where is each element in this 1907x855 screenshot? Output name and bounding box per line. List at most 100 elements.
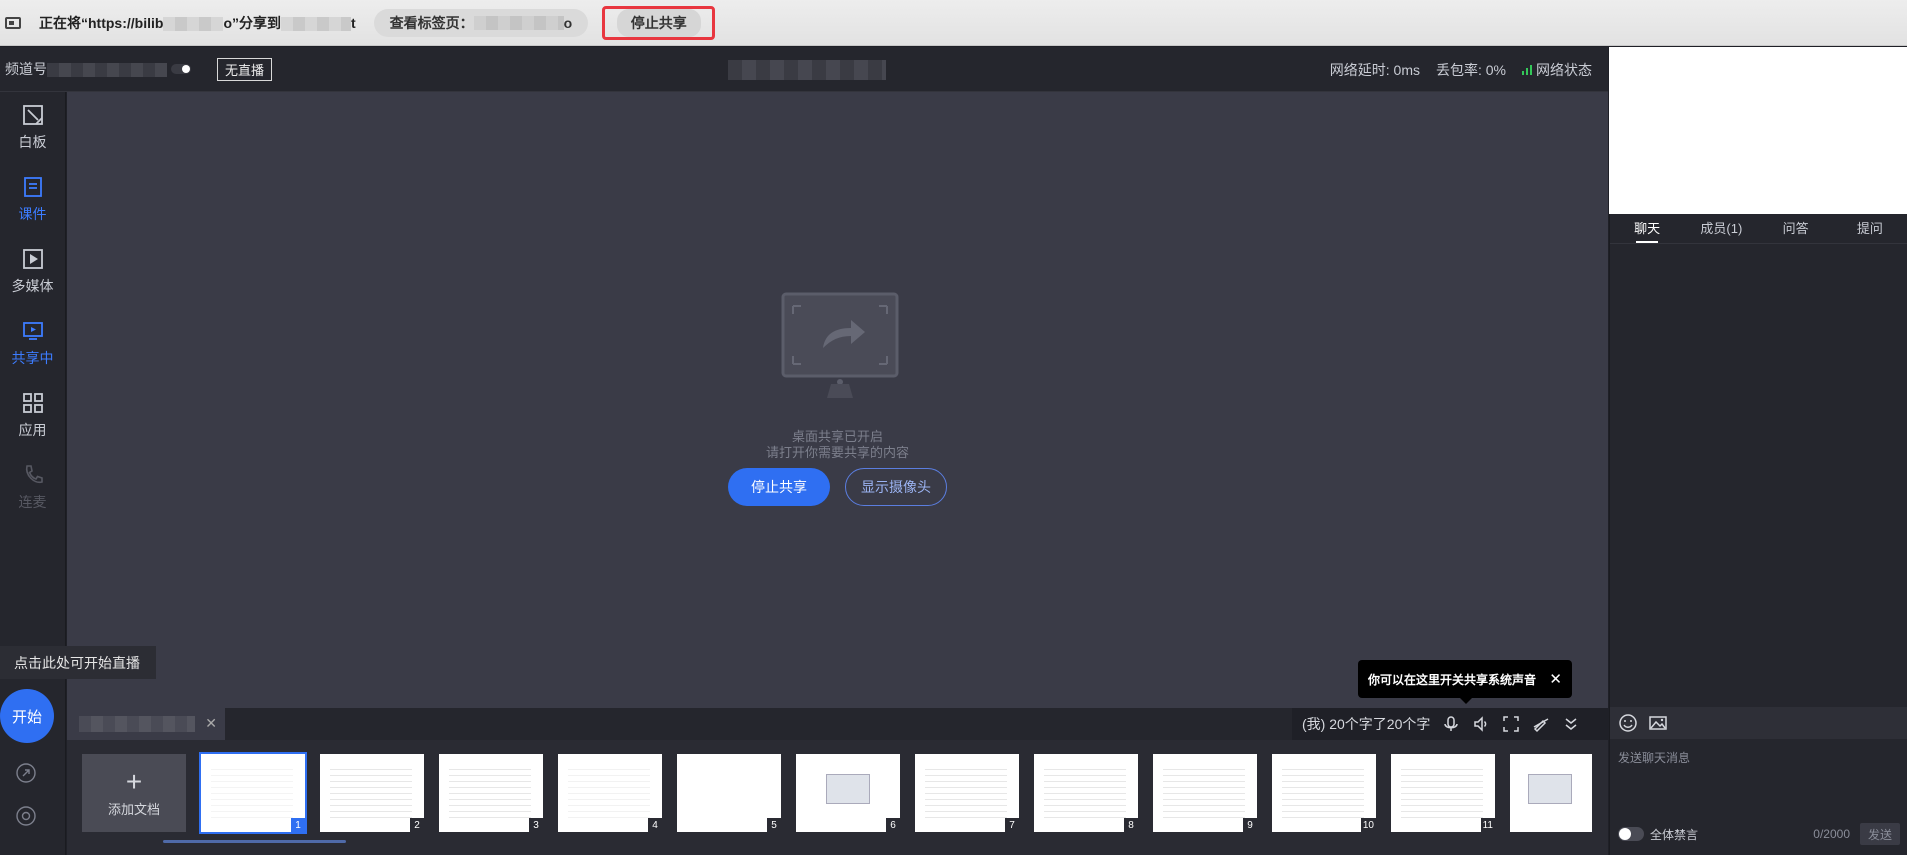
fullscreen-icon[interactable] bbox=[1502, 715, 1520, 733]
settings-gear-icon[interactable] bbox=[13, 803, 39, 829]
speaker-icon[interactable] bbox=[1472, 715, 1490, 733]
latency-text: 网络延时: 0ms bbox=[1329, 61, 1420, 78]
multimedia-icon bbox=[22, 249, 43, 269]
sidebar-item-sharing[interactable]: 共享中 bbox=[0, 308, 65, 380]
chat-panel: 聊天 成员(1) 问答 提问 发送聊天消息 全体禁言 0/2000 发送 bbox=[1609, 214, 1907, 855]
tab-questions[interactable]: 提问 bbox=[1833, 214, 1907, 243]
network-status-button[interactable]: 网络状态 bbox=[1522, 60, 1592, 80]
annotate-off-icon[interactable] bbox=[1532, 715, 1550, 733]
redacted-text bbox=[163, 16, 224, 31]
redacted-text bbox=[47, 63, 167, 78]
send-button[interactable]: 发送 bbox=[1860, 823, 1900, 845]
sidebar-item-courseware[interactable]: 课件 bbox=[0, 164, 65, 236]
page-thumbnail[interactable]: 2 bbox=[320, 754, 424, 832]
sidebar-item-label: 白板 bbox=[18, 134, 47, 150]
add-document-button[interactable]: + 添加文档 bbox=[82, 754, 186, 832]
page-number: 8 bbox=[1124, 818, 1138, 832]
document-tab[interactable]: ✕ bbox=[67, 708, 225, 740]
page-thumbnail[interactable]: 10 bbox=[1272, 754, 1376, 832]
phone-icon bbox=[25, 465, 43, 484]
sidebar-item-label: 多媒体 bbox=[11, 278, 54, 294]
camera-video-area bbox=[1609, 47, 1907, 214]
redacted-text bbox=[281, 16, 351, 31]
share-status-line2: 请打开你需要共享的内容 bbox=[765, 445, 909, 460]
start-live-tooltip: 点击此处可开始直播 bbox=[0, 646, 156, 679]
view-tab-button[interactable]: 查看标签页： o bbox=[373, 8, 589, 37]
page-preview bbox=[330, 764, 412, 818]
image-icon[interactable] bbox=[1648, 713, 1668, 733]
add-document-label: 添加文档 bbox=[107, 801, 160, 817]
chat-tab-bar: 聊天 成员(1) 问答 提问 bbox=[1610, 214, 1907, 244]
stop-share-button[interactable]: 停止共享 bbox=[616, 8, 701, 37]
packet-loss-text: 丢包率: 0% bbox=[1435, 61, 1506, 78]
close-icon[interactable]: ✕ bbox=[1549, 670, 1562, 688]
screen-share-icon bbox=[22, 322, 43, 340]
page-number: 4 bbox=[648, 818, 662, 832]
show-camera-button[interactable]: 显示摄像头 bbox=[845, 468, 947, 506]
thumbnail-scrollbar[interactable] bbox=[163, 840, 346, 843]
page-number: 11 bbox=[1480, 818, 1495, 832]
page-thumbnail[interactable]: 4 bbox=[558, 754, 662, 832]
sidebar-item-label: 连麦 bbox=[18, 494, 47, 510]
sidebar-item-whiteboard[interactable]: 白板 bbox=[0, 92, 65, 164]
channel-toggle[interactable] bbox=[171, 64, 191, 74]
room-header: 频道号 无直播 网络延时: 0ms 丢包率: 0% 网络状态 bbox=[0, 47, 1608, 92]
page-number: 10 bbox=[1360, 818, 1376, 832]
apps-grid-icon bbox=[22, 393, 43, 413]
tab-members[interactable]: 成员(1) bbox=[1684, 214, 1758, 243]
page-thumbnail[interactable]: 8 bbox=[1034, 754, 1138, 832]
page-thumbnail[interactable]: 9 bbox=[1153, 754, 1257, 832]
sidebar-item-label: 应用 bbox=[18, 422, 47, 438]
sidebar-item-label: 共享中 bbox=[11, 350, 54, 366]
page-thumbnail[interactable] bbox=[1510, 754, 1592, 832]
courseware-icon bbox=[23, 177, 42, 197]
page-preview bbox=[1401, 764, 1483, 818]
desktop-share-monitor-icon bbox=[781, 292, 899, 398]
page-preview bbox=[449, 764, 531, 818]
mute-all-toggle[interactable] bbox=[1618, 827, 1644, 841]
page-thumbnail[interactable]: 7 bbox=[915, 754, 1019, 832]
redacted-text bbox=[473, 15, 564, 30]
page-preview bbox=[1163, 764, 1245, 818]
sidebar-item-co-host[interactable]: 连麦 bbox=[0, 452, 65, 524]
page-number: 6 bbox=[886, 818, 900, 832]
channel-label: 频道号 bbox=[5, 59, 167, 79]
stop-share-button-main[interactable]: 停止共享 bbox=[728, 468, 830, 506]
whiteboard-icon bbox=[22, 105, 43, 125]
sidebar-item-apps[interactable]: 应用 bbox=[0, 380, 65, 452]
page-preview bbox=[1044, 764, 1126, 818]
page-thumbnail[interactable]: 11 bbox=[1391, 754, 1495, 832]
page-preview bbox=[1282, 764, 1364, 818]
page-thumbnail[interactable]: 1 bbox=[199, 752, 307, 834]
page-thumbnail[interactable]: 5 bbox=[677, 754, 781, 832]
chat-input[interactable]: 发送聊天消息 bbox=[1618, 749, 1690, 766]
tab-qa[interactable]: 问答 bbox=[1759, 214, 1833, 243]
signal-bars-icon bbox=[1522, 64, 1532, 75]
emoji-icon[interactable] bbox=[1618, 713, 1638, 733]
close-icon[interactable]: ✕ bbox=[205, 715, 217, 732]
page-number: 3 bbox=[529, 818, 543, 832]
system-audio-tooltip: 你可以在这里开关共享系统声音 ✕ bbox=[1358, 660, 1572, 704]
screen-share-bar: 正在将“https://bilib o”分享到 t 查看标签页： o 停止共享 bbox=[0, 0, 1907, 46]
external-link-icon[interactable] bbox=[13, 760, 39, 786]
sidebar-item-multimedia[interactable]: 多媒体 bbox=[0, 236, 65, 308]
page-thumbnail-strip: + 添加文档 1 2 3 4 5 6 7 8 9 10 11 bbox=[67, 740, 1608, 855]
page-thumbnail[interactable]: 3 bbox=[439, 754, 543, 832]
page-thumbnail[interactable]: 6 bbox=[796, 754, 900, 832]
page-image-preview bbox=[1528, 774, 1572, 804]
mute-all-label: 全体禁言 bbox=[1650, 827, 1699, 842]
page-number: 2 bbox=[410, 818, 424, 832]
page-number: 7 bbox=[1005, 818, 1019, 832]
page-preview bbox=[211, 764, 293, 818]
tab-chat[interactable]: 聊天 bbox=[1610, 214, 1684, 243]
share-controls: (我) 20个字了20个字 bbox=[1292, 708, 1608, 740]
sidebar-item-label: 课件 bbox=[18, 206, 47, 222]
start-live-button[interactable]: 开始 bbox=[0, 689, 54, 743]
collapse-icon[interactable] bbox=[1562, 715, 1580, 733]
char-counter: 0/2000 bbox=[1813, 827, 1850, 841]
microphone-icon[interactable] bbox=[1442, 715, 1460, 733]
share-message: 正在将“https://bilib o”分享到 t bbox=[39, 14, 356, 31]
page-image-preview bbox=[826, 774, 870, 804]
page-number: 9 bbox=[1243, 818, 1257, 832]
page-preview bbox=[568, 764, 650, 818]
